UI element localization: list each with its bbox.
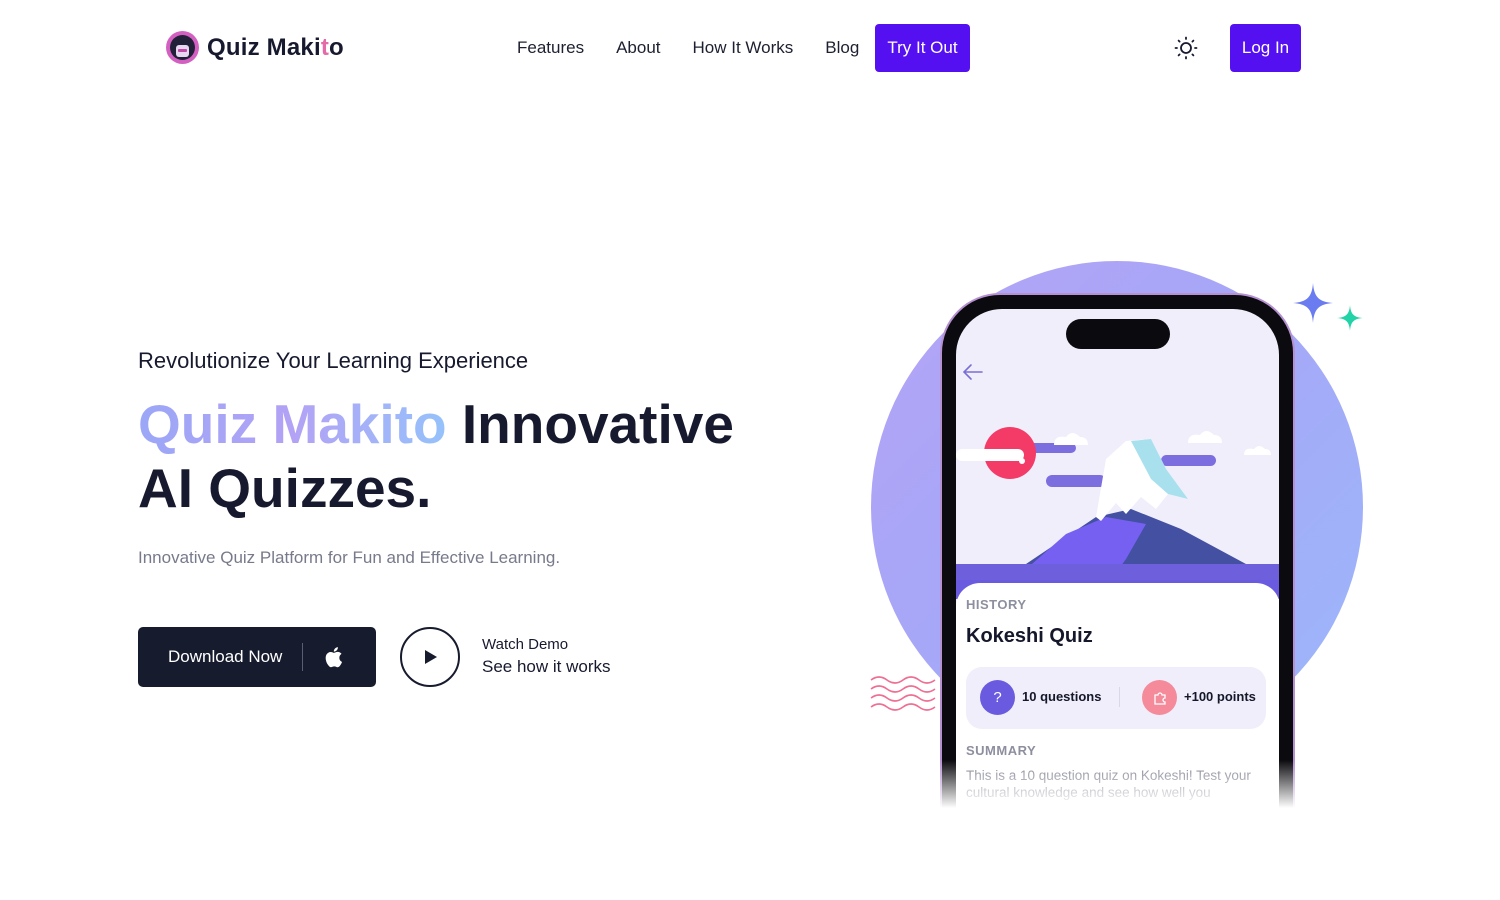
puzzle-icon [1142, 680, 1177, 715]
nav-item-how-it-works[interactable]: How It Works [677, 24, 810, 72]
try-it-out-button[interactable]: Try It Out [875, 24, 970, 72]
hero-eyebrow: Revolutionize Your Learning Experience [138, 348, 529, 373]
sparkle-blue-icon [1293, 283, 1333, 323]
sun-icon [1174, 36, 1198, 60]
phone-screen: HISTORY Kokeshi Quiz ? 10 questions +100… [956, 309, 1279, 813]
nav-item-about[interactable]: About [600, 24, 676, 72]
apple-icon [326, 647, 343, 668]
nav-item-features[interactable]: Features [501, 24, 600, 72]
watch-demo-label[interactable]: Watch Demo [482, 636, 568, 653]
waves-decoration-icon [870, 676, 936, 711]
dynamic-island [1066, 319, 1170, 349]
divider [302, 643, 304, 671]
mount-fuji-illustration [956, 427, 1279, 599]
download-label: Download Now [168, 647, 283, 666]
main-nav: Features About How It Works Blog Try It … [501, 24, 970, 72]
login-button[interactable]: Log In [1230, 24, 1301, 72]
quiz-title: Kokeshi Quiz [966, 625, 1093, 647]
headline-brand: Quiz Makito [138, 393, 447, 455]
hero-subtitle: Innovative Quiz Platform for Fun and Eff… [138, 548, 561, 567]
page: Quiz Makito Features About How It Works … [0, 0, 1500, 900]
play-icon [425, 650, 437, 664]
points-value: +100 points [1184, 689, 1256, 704]
nav-item-blog[interactable]: Blog [809, 24, 875, 72]
back-arrow-icon[interactable] [962, 363, 984, 381]
theme-toggle-button[interactable] [1174, 36, 1198, 60]
brand-name: Quiz Makito [207, 33, 344, 61]
download-now-button[interactable]: Download Now [138, 627, 376, 687]
quiz-stats: ? 10 questions +100 points [966, 667, 1266, 729]
watch-demo-play-button[interactable] [400, 627, 460, 687]
phone-fade-overlay [930, 760, 1310, 820]
phone-mockup: HISTORY Kokeshi Quiz ? 10 questions +100… [940, 293, 1295, 813]
kokeshi-logo-icon [166, 31, 199, 64]
questions-count: 10 questions [1022, 689, 1102, 704]
see-how-it-works-link[interactable]: See how it works [482, 657, 611, 677]
summary-label: SUMMARY [966, 743, 1037, 758]
stats-divider [1119, 687, 1120, 707]
hero-headline: Quiz Makito Innovative AI Quizzes. [138, 392, 778, 520]
quiz-category: HISTORY [966, 597, 1027, 612]
question-icon: ? [980, 680, 1015, 715]
sparkle-green-icon [1337, 305, 1363, 331]
brand-logo-link[interactable]: Quiz Makito [166, 31, 344, 64]
